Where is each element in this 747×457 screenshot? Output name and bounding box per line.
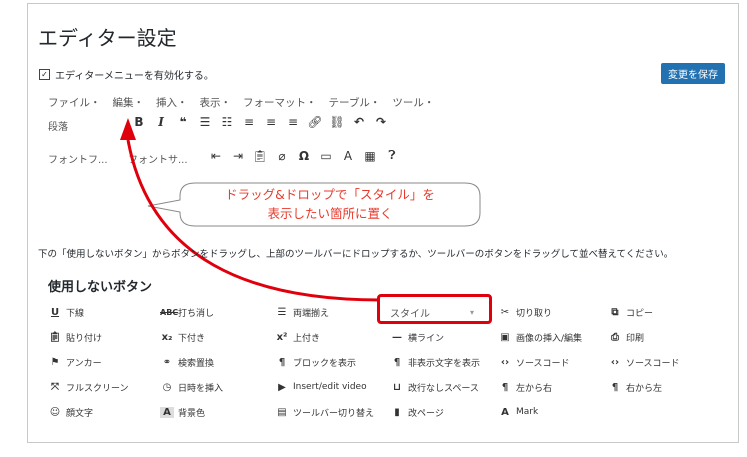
button-label: 顔文字	[66, 408, 94, 419]
ltr-icon: ¶	[501, 381, 509, 393]
button-label: 印刷	[626, 333, 645, 344]
button-label: 切り取り	[516, 308, 553, 319]
search-replace-icon: ⚭	[162, 356, 172, 368]
callout-text: ドラッグ&ドロップで「スタイル」を 表示したい箇所に置く	[185, 185, 475, 223]
mark-icon: A	[501, 406, 509, 418]
button-label: 上付き	[293, 333, 321, 344]
button-label: 改ページ	[408, 408, 444, 419]
button-label: ソースコード	[626, 358, 680, 369]
unused-strikethrough-button[interactable]: ABC 打ち消し	[160, 305, 214, 319]
code-icon: ‹›	[610, 356, 620, 368]
button-label: ブロックを表示	[293, 358, 357, 369]
pagebreak-icon: ▮	[394, 406, 400, 418]
underline-icon: U	[50, 306, 60, 318]
paste-icon: 📋︎	[48, 331, 62, 343]
button-label: Mark	[516, 407, 539, 417]
unused-emoji-button[interactable]: ☺ 顔文字	[48, 405, 93, 419]
callout-line-1: ドラッグ&ドロップで「スタイル」を	[225, 187, 435, 202]
unused-cut-button[interactable]: ✂ 切り取り	[498, 305, 552, 319]
anchor-icon: ⚑	[50, 356, 60, 368]
button-label: 貼り付け	[66, 333, 103, 344]
button-label: 日時を挿入	[178, 383, 224, 394]
style-highlight-box	[377, 294, 492, 324]
unused-show-blocks-button[interactable]: ¶ ブロックを表示	[275, 355, 356, 369]
subscript-icon: x₂	[161, 331, 173, 343]
unused-source-code-button[interactable]: ‹› ソースコード	[498, 355, 570, 369]
unused-datetime-button[interactable]: ◷ 日時を挿入	[160, 380, 223, 394]
scissors-icon: ✂	[500, 306, 510, 318]
clock-icon: ◷	[162, 381, 172, 393]
button-label: 画像の挿入/編集	[516, 333, 583, 344]
emoji-icon: ☺	[49, 406, 61, 418]
superscript-icon: x²	[276, 331, 288, 343]
button-label: フルスクリーン	[66, 383, 129, 394]
toolbar-toggle-icon: ▤	[277, 406, 287, 418]
button-label: コピー	[626, 308, 654, 319]
unused-bgcolor-button[interactable]: A 背景色	[160, 405, 205, 419]
video-icon: ▶	[278, 381, 286, 393]
unused-underline-button[interactable]: U 下線	[48, 305, 84, 319]
button-label: 両端揃え	[293, 308, 330, 319]
unused-copy-button[interactable]: ⧉ コピー	[608, 305, 653, 319]
paragraph-icon: ¶	[278, 356, 286, 368]
button-label: 下線	[66, 308, 85, 319]
unused-ltr-button[interactable]: ¶ 左から右	[498, 380, 552, 394]
button-label: Insert/edit video	[293, 382, 367, 392]
button-label: アンカー	[66, 358, 102, 369]
button-label: 非表示文字を表示	[408, 358, 481, 369]
button-label: 横ライン	[408, 333, 445, 344]
rtl-icon: ¶	[611, 381, 619, 393]
unused-anchor-button[interactable]: ⚑ アンカー	[48, 355, 102, 369]
print-icon: ⎙	[611, 331, 619, 343]
unused-print-button[interactable]: ⎙ 印刷	[608, 330, 644, 344]
unused-invisible-chars-button[interactable]: ¶ 非表示文字を表示	[390, 355, 480, 369]
unused-video-button[interactable]: ▶ Insert/edit video	[275, 380, 367, 394]
align-justify-icon: ☰	[277, 306, 287, 318]
paragraph-icon: ¶	[393, 356, 401, 368]
unused-toolbar-toggle-button[interactable]: ▤ ツールバー切り替え	[275, 405, 374, 419]
button-label: 下付き	[178, 333, 206, 344]
button-label: ツールバー切り替え	[293, 408, 375, 419]
unused-rtl-button[interactable]: ¶ 右から左	[608, 380, 662, 394]
unused-search-replace-button[interactable]: ⚭ 検索置換	[160, 355, 214, 369]
unused-superscript-button[interactable]: x² 上付き	[275, 330, 320, 344]
button-label: 背景色	[178, 408, 206, 419]
unused-pagebreak-button[interactable]: ▮ 改ページ	[390, 405, 444, 419]
button-label: 右から左	[626, 383, 663, 394]
button-label: 検索置換	[178, 358, 215, 369]
button-label: 打ち消し	[178, 308, 215, 319]
image-icon: ▣	[500, 331, 510, 343]
unused-buttons-heading: 使用しないボタン	[48, 280, 153, 295]
button-label: ソースコード	[516, 358, 570, 369]
button-label: 改行なしスペース	[408, 383, 479, 394]
instructions-text: 下の「使用しないボタン」からボタンをドラッグし、上部のツールバーにドロップするか…	[38, 249, 674, 260]
unused-mark-button[interactable]: A Mark	[498, 405, 538, 419]
fullscreen-icon: ⤧	[51, 381, 59, 393]
strikethrough-icon: ABC	[160, 307, 179, 317]
unused-nbsp-button[interactable]: ⊔ 改行なしスペース	[390, 380, 479, 394]
unused-paste-button[interactable]: 📋︎ 貼り付け	[48, 330, 102, 344]
callout-line-2: 表示したい箇所に置く	[267, 206, 393, 221]
code-icon: ‹›	[500, 356, 510, 368]
unused-hr-button[interactable]: — 横ライン	[390, 330, 444, 344]
copy-icon: ⧉	[611, 306, 619, 318]
unused-justify-button[interactable]: ☰ 両端揃え	[275, 305, 330, 319]
unused-fullscreen-button[interactable]: ⤧ フルスクリーン	[48, 380, 129, 394]
bg-color-icon: A	[160, 406, 174, 418]
unused-image-button[interactable]: ▣ 画像の挿入/編集	[498, 330, 582, 344]
unused-subscript-button[interactable]: x₂ 下付き	[160, 330, 205, 344]
button-label: 左から右	[516, 383, 553, 394]
nbsp-icon: ⊔	[393, 381, 401, 393]
horizontal-line-icon: —	[392, 331, 402, 343]
unused-source-code-button-2[interactable]: ‹› ソースコード	[608, 355, 680, 369]
